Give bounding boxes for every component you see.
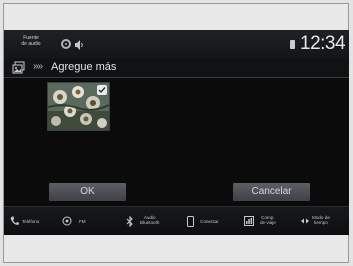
mode-arrows-icon — [301, 218, 309, 224]
bluetooth-icon — [126, 216, 133, 227]
nav-bluetooth-label: Audio Bluetooth — [140, 215, 159, 225]
nav-bt-text-2: Bluetooth — [140, 220, 160, 225]
audio-source-button[interactable]: Fuente de audio — [14, 35, 48, 53]
nav-connect[interactable]: Conectar — [187, 207, 235, 235]
nav-connect-text: Conectar — [200, 219, 219, 224]
nav-trip-computer[interactable]: Comp. de viaje — [244, 207, 288, 235]
status-bar: Fuente de audio 12:34 — [4, 30, 349, 59]
title-row: »» Agregue más — [4, 58, 349, 78]
nav-mode-text-2: tiempo — [314, 220, 328, 225]
checkmark-icon — [98, 87, 106, 94]
nav-fm-text: FM — [79, 219, 86, 224]
infotainment-screen: Fuente de audio 12:34 »» Agregue más OK … — [4, 30, 349, 235]
bottom-nav-bar: Teléfono FM Audio Bluetooth Conectar Com… — [4, 206, 349, 235]
nav-fm[interactable]: FM — [62, 207, 98, 235]
nav-connect-label: Conectar — [200, 219, 219, 224]
photo-thumbnail[interactable] — [47, 82, 110, 131]
selected-checkbox[interactable] — [97, 85, 107, 95]
nav-trip-text-2: de viaje — [260, 220, 276, 225]
nav-phone[interactable]: Teléfono — [10, 207, 52, 235]
radio-icon — [62, 216, 72, 226]
breadcrumb-chevrons: »» — [33, 61, 43, 72]
phone-icon — [10, 216, 19, 225]
speaker-icon — [74, 38, 84, 50]
nav-phone-label: Teléfono — [22, 219, 39, 224]
audio-source-label-2: de audio — [21, 41, 41, 47]
cancel-button[interactable]: Cancelar — [233, 183, 310, 201]
photo-album-icon — [12, 61, 25, 74]
nav-bluetooth-audio[interactable]: Audio Bluetooth — [126, 207, 178, 235]
nav-mode[interactable]: Modo de tiempo — [300, 207, 348, 235]
nav-phone-text: Teléfono — [22, 219, 40, 224]
smartphone-icon — [187, 216, 194, 227]
page-title: Agregue más — [51, 61, 117, 73]
trip-computer-icon — [244, 216, 254, 226]
phone-signal-icon — [290, 40, 295, 49]
nav-trip-label: Comp. de viaje — [260, 215, 276, 225]
ok-button[interactable]: OK — [49, 183, 126, 201]
clock: 12:34 — [300, 33, 346, 54]
nav-fm-label: FM — [79, 219, 86, 224]
nav-mode-label: Modo de tiempo — [312, 215, 330, 225]
disc-icon — [61, 39, 71, 49]
